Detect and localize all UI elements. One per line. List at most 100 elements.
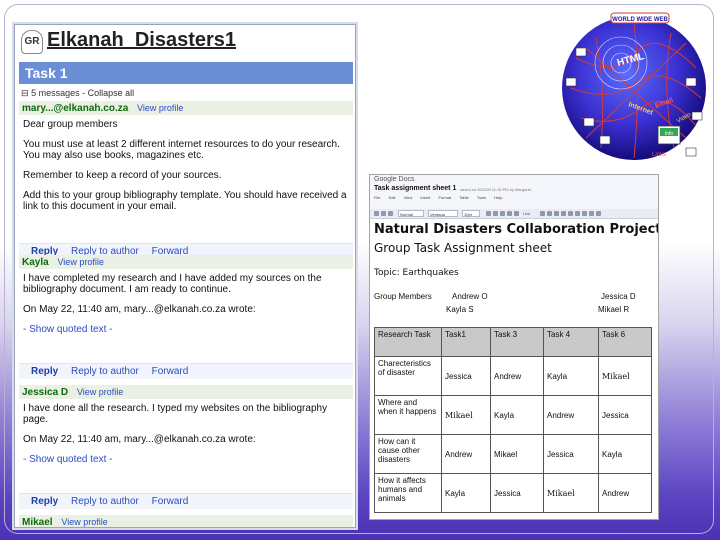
menu-edit[interactable]: Edit	[389, 195, 396, 200]
table-cell: Jessica	[543, 434, 599, 474]
message-sender[interactable]: Jessica D	[22, 387, 68, 398]
menu-table[interactable]: Table	[459, 195, 469, 200]
table-header-cell: Task 4	[543, 327, 599, 357]
print-icon[interactable]	[374, 211, 379, 216]
menu-insert[interactable]: Insert	[420, 195, 430, 200]
table-cell: Charecteristics of disaster	[374, 356, 442, 396]
message-body: I have done all the research. I typed my…	[19, 399, 353, 465]
italic-icon[interactable]	[493, 211, 498, 216]
table-cell: Mikael	[490, 434, 544, 474]
docs-menu-bar: File Edit View Insert Format Table Tools…	[374, 195, 510, 200]
numbered-list-icon[interactable]	[540, 211, 545, 216]
message-count-text: 5 messages	[31, 88, 80, 98]
align-left-icon[interactable]	[575, 211, 580, 216]
message-actions: Reply Reply to author Forward	[19, 363, 353, 379]
clipart-label: Links	[652, 152, 666, 158]
table-header-cell: Research Task	[374, 327, 442, 357]
font-select[interactable]: Verdana	[428, 210, 458, 217]
table-cell: Mikael	[598, 356, 652, 396]
google-docs-screenshot: Google Docs Task assignment sheet 1 save…	[369, 174, 659, 520]
reply-link[interactable]: Reply	[31, 366, 58, 377]
group-name[interactable]: Elkanah_Disasters1	[47, 29, 236, 52]
collapse-icon: ⊟	[21, 88, 29, 98]
forward-link[interactable]: Forward	[152, 366, 189, 377]
message-line: You must use at least 2 different intern…	[23, 139, 340, 161]
link-button[interactable]: Link	[522, 210, 534, 217]
collapse-all-link[interactable]: Collapse all	[88, 88, 135, 98]
message-sender[interactable]: Kayla	[22, 257, 49, 268]
group-member: Andrew O	[452, 292, 488, 301]
docs-toolbar: Normal Verdana 10pt Link	[370, 209, 658, 219]
table-cell: Kayla	[543, 356, 599, 396]
menu-format[interactable]: Format	[438, 195, 451, 200]
google-docs-logo: Google Docs	[374, 176, 415, 183]
view-profile-link[interactable]: View profile	[57, 257, 103, 267]
message-actions: Reply Reply to author Forward	[19, 493, 353, 509]
table-cell: Mikael	[543, 473, 599, 513]
message-body: I have completed my research and I have …	[19, 269, 353, 335]
message-sender[interactable]: Mikael	[22, 517, 53, 527]
message-line: On May 22, 11:40 am, mary...@elkanah.co.…	[23, 434, 256, 445]
table-row: Charecteristics of disaster Jessica Andr…	[374, 356, 652, 396]
group-members-label: Group Members	[374, 292, 432, 301]
document-heading: Natural Disasters Collaboration Project …	[374, 222, 659, 237]
message-line: Dear group members	[23, 119, 118, 130]
bullet-list-icon[interactable]	[547, 211, 552, 216]
document-title[interactable]: Task assignment sheet 1	[374, 185, 456, 192]
highlight-icon[interactable]	[514, 211, 519, 216]
reply-link[interactable]: Reply	[31, 496, 58, 507]
align-right-icon[interactable]	[589, 211, 594, 216]
menu-tools[interactable]: Tools	[477, 195, 486, 200]
globe-icon	[562, 16, 706, 160]
bold-icon[interactable]	[486, 211, 491, 216]
table-row: How it affects humans and animals Kayla …	[374, 473, 652, 513]
menu-help[interactable]: Help	[494, 195, 502, 200]
document-topic: Topic: Earthquakes	[374, 268, 459, 278]
style-select[interactable]: Normal	[398, 210, 424, 217]
message-item: Kayla View profile I have completed my r…	[19, 255, 353, 379]
indent-less-icon[interactable]	[554, 211, 559, 216]
group-member: Kayla S	[446, 305, 474, 314]
table-cell: Where and when it happens	[374, 395, 442, 435]
underline-icon[interactable]	[500, 211, 505, 216]
text-color-icon[interactable]	[507, 211, 512, 216]
table-row: How can it cause other disasters Andrew …	[374, 434, 652, 474]
menu-view[interactable]: View	[404, 195, 413, 200]
clear-format-icon[interactable]	[596, 211, 601, 216]
message-sender[interactable]: mary...@elkanah.co.za	[22, 103, 128, 114]
view-profile-link[interactable]: View profile	[61, 517, 107, 527]
message-line: I have done all the research. I typed my…	[23, 403, 328, 425]
message-header: Kayla View profile	[19, 255, 353, 269]
table-header-cell: Task 3	[490, 327, 544, 357]
undo-icon[interactable]	[381, 211, 386, 216]
view-profile-link[interactable]: View profile	[77, 387, 123, 397]
message-item: Jessica D View profile I have done all t…	[19, 385, 353, 509]
message-body: Dear group members You must use at least…	[19, 115, 353, 212]
table-header-cell: Task 6	[598, 327, 652, 357]
show-quoted-text-link[interactable]: - Show quoted text -	[23, 324, 349, 335]
reply-to-author-link[interactable]: Reply to author	[71, 496, 139, 507]
document-meta: saved on 5/22/09 11:16 PM by Margaret	[460, 187, 532, 192]
forward-link[interactable]: Forward	[152, 496, 189, 507]
view-profile-link[interactable]: View profile	[137, 103, 183, 113]
reply-to-author-link[interactable]: Reply to author	[71, 366, 139, 377]
table-header-cell: Task1	[441, 327, 491, 357]
group-member: Jessica D	[601, 292, 636, 301]
table-cell: Jessica	[490, 473, 544, 513]
align-center-icon[interactable]	[582, 211, 587, 216]
table-cell: Kayla	[598, 434, 652, 474]
table-row: Where and when it happens Mikael Kayla A…	[374, 395, 652, 435]
menu-file[interactable]: File	[374, 195, 380, 200]
topic-title-bar: Task 1	[19, 62, 353, 84]
redo-icon[interactable]	[388, 211, 393, 216]
groups-header: GR Elkanah_Disasters1	[15, 25, 355, 61]
font-size-select[interactable]: 10pt	[462, 210, 480, 217]
message-item: Mikael View profile	[19, 515, 353, 527]
world-wide-web-clipart-icon: WORLD WIDE WEB HTML Internet Email Info …	[562, 12, 706, 160]
quote-icon[interactable]	[568, 211, 573, 216]
message-header: Mikael View profile	[19, 515, 353, 527]
indent-more-icon[interactable]	[561, 211, 566, 216]
table-cell: Kayla	[490, 395, 544, 435]
message-line: Remember to keep a record of your source…	[23, 170, 222, 181]
show-quoted-text-link[interactable]: - Show quoted text -	[23, 454, 349, 465]
